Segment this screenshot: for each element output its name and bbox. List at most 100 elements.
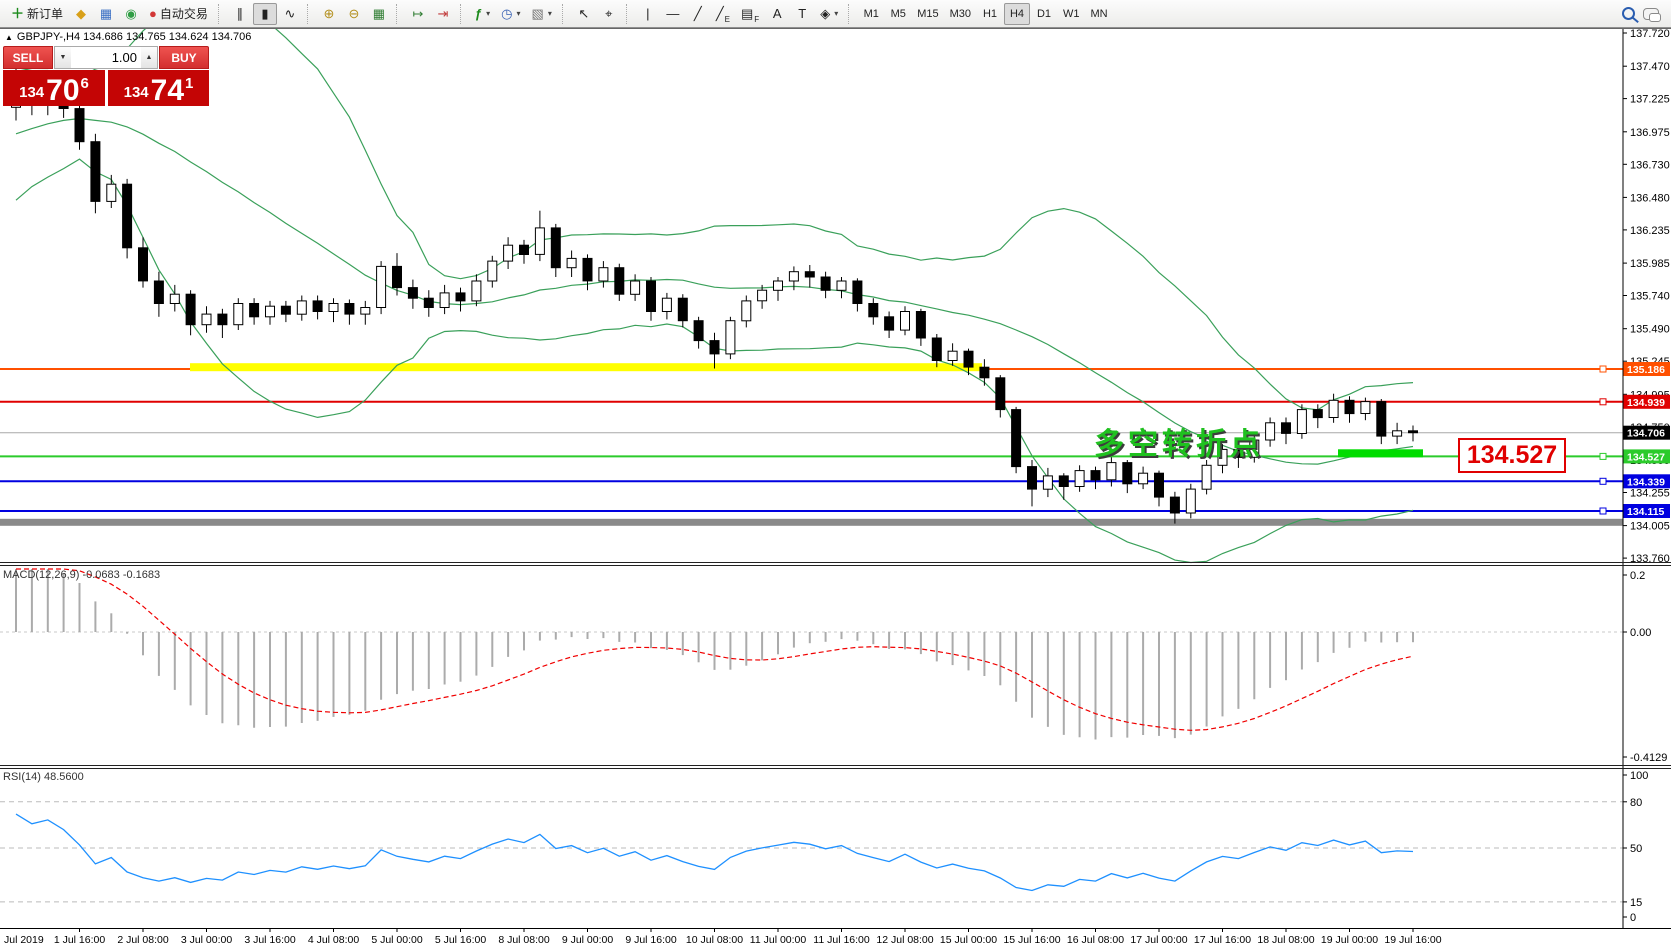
svg-text:136.235: 136.235 (1630, 225, 1670, 237)
svg-text:19 Jul 16:00: 19 Jul 16:00 (1384, 934, 1441, 946)
volume-up-button[interactable]: ▲ (141, 47, 157, 68)
svg-text:0: 0 (1630, 912, 1636, 924)
volume-down-button[interactable]: ▼ (55, 47, 71, 68)
autotrade-button[interactable]: ● 自动交易 (144, 3, 213, 25)
buy-button[interactable]: BUY (159, 46, 209, 69)
timeframe-m30-button[interactable]: M30 (945, 3, 976, 25)
svg-text:9 Jul 16:00: 9 Jul 16:00 (625, 934, 677, 946)
toolbar-separator (561, 3, 567, 24)
text-button[interactable]: A (765, 3, 789, 25)
templates-icon: ▧ (531, 6, 544, 21)
svg-text:134.706: 134.706 (1627, 428, 1665, 440)
candlestick-button[interactable]: ▮ (252, 2, 277, 25)
turning-point-annotation[interactable]: 多空转折点 (1094, 419, 1264, 463)
cursor-icon: ↖ (578, 6, 590, 21)
svg-text:134.939: 134.939 (1627, 397, 1665, 409)
macd-indicator-label: MACD(12,26,9) -0.0683 -0.1683 (3, 569, 161, 581)
crosshair-icon: ⌖ (605, 6, 613, 21)
line-chart-button[interactable]: ∿ (278, 3, 302, 25)
new-order-button[interactable]: ＋新订单 (6, 3, 68, 25)
arrows-button[interactable]: ◈ ▾ (815, 3, 843, 25)
autotrade-button-label: 自动交易 (159, 7, 208, 21)
svg-text:17 Jul 16:00: 17 Jul 16:00 (1194, 934, 1251, 946)
trendline-button[interactable]: ╱ (686, 3, 710, 25)
chevron-down-icon: ▾ (834, 9, 839, 18)
svg-text:135.490: 135.490 (1630, 324, 1670, 336)
svg-text:16 Jul 08:00: 16 Jul 08:00 (1067, 934, 1124, 946)
fibonacci-button[interactable]: ▤ F (736, 3, 764, 25)
text-label-button[interactable]: T (790, 3, 814, 25)
svg-text:136.730: 136.730 (1630, 159, 1670, 171)
zoom-in-icon: ⊕ (323, 6, 335, 21)
bar-chart-button[interactable]: ∥ (228, 3, 252, 25)
svg-text:12 Jul 08:00: 12 Jul 08:00 (876, 934, 933, 946)
navigator-button[interactable]: ◉ (119, 3, 143, 25)
cursor-button[interactable]: ↖ (572, 3, 596, 25)
indicators-button[interactable]: ƒ ▾ (470, 3, 495, 25)
zoom-out-button[interactable]: ⊖ (342, 3, 366, 25)
timeframe-mn-button[interactable]: MN (1086, 3, 1113, 25)
timeframe-h4-button[interactable]: H4 (1004, 2, 1031, 25)
fibonacci-icon-sub: F (754, 14, 760, 24)
svg-text:133.760: 133.760 (1630, 553, 1670, 565)
templates-button[interactable]: ▧ ▾ (527, 3, 557, 25)
svg-text:137.470: 137.470 (1630, 61, 1670, 73)
svg-text:5 Jul 16:00: 5 Jul 16:00 (435, 934, 487, 946)
search-icon[interactable] (1622, 7, 1635, 20)
channel-button[interactable]: ╱ E (711, 3, 735, 25)
svg-text:0.2: 0.2 (1630, 570, 1645, 582)
toolbar-separator (625, 3, 631, 24)
auto-scroll-icon: ↦ (412, 6, 424, 21)
volume-box: ▼ ▲ (54, 46, 158, 69)
svg-text:136.975: 136.975 (1630, 127, 1670, 139)
chevron-down-icon: ▾ (486, 9, 491, 18)
toolbar-separator (306, 3, 312, 24)
tile-windows-button[interactable]: ▦ (367, 3, 391, 25)
collapse-icon[interactable]: ▲ (5, 33, 13, 42)
data-window-button[interactable]: ▦ (94, 3, 118, 25)
svg-text:3 Jul 00:00: 3 Jul 00:00 (181, 934, 233, 946)
vertical-line-button[interactable]: | (636, 3, 660, 25)
indicators-icon: ƒ (474, 6, 483, 21)
toolbar-right (1622, 7, 1665, 22)
zoom-in-button[interactable]: ⊕ (317, 3, 341, 25)
horizontal-line-button[interactable]: — (661, 3, 685, 25)
buy-price-display[interactable]: 134 74 1 (108, 70, 209, 106)
timeframe-h1-button[interactable]: H1 (977, 3, 1003, 25)
chart-canvas[interactable]: 137.720 137.470 137.225 136.975 136.730 136.4… (0, 28, 1671, 949)
svg-text:134.005: 134.005 (1630, 521, 1670, 533)
svg-text:134.339: 134.339 (1627, 476, 1665, 488)
price-callout-label[interactable]: 134.527 (1458, 438, 1566, 473)
buy-price-prefix: 134 (123, 84, 149, 101)
periods-icon: ◷ (501, 6, 513, 21)
crosshair-button[interactable]: ⌖ (597, 3, 621, 25)
chat-icon[interactable] (1643, 7, 1661, 22)
trendline-icon: ╱ (693, 6, 702, 21)
arrows-icon: ◈ (820, 6, 831, 21)
buy-price-sup: 1 (185, 75, 194, 92)
vertical-line-icon: | (646, 6, 650, 21)
timeframe-m15-button[interactable]: M15 (912, 3, 943, 25)
timeframe-m5-button[interactable]: M5 (885, 3, 911, 25)
volume-input[interactable] (71, 47, 141, 68)
svg-text:1 Jul 16:00: 1 Jul 16:00 (54, 934, 106, 946)
periods-button[interactable]: ◷ ▾ (496, 3, 525, 25)
timeframe-w1-button[interactable]: W1 (1058, 3, 1085, 25)
svg-text:18 Jul 08:00: 18 Jul 08:00 (1257, 934, 1314, 946)
chart-info-bar: ▲ GBPJPY-,H4 134.686 134.765 134.624 134.… (5, 31, 251, 43)
svg-text:134.255: 134.255 (1630, 488, 1670, 500)
new-order-icon: ＋ (11, 6, 25, 21)
svg-text:15 Jul 16:00: 15 Jul 16:00 (1003, 934, 1060, 946)
bar-chart-icon: ∥ (236, 6, 244, 21)
timeframe-m1-button[interactable]: M1 (858, 3, 884, 25)
sell-button[interactable]: SELL (3, 46, 53, 69)
auto-scroll-button[interactable]: ↦ (406, 3, 430, 25)
toolbar-separator (395, 3, 401, 24)
rsi-indicator-label: RSI(14) 48.5600 (3, 771, 84, 783)
fibonacci-icon: ▤ (741, 6, 754, 21)
sell-price-display[interactable]: 134 70 6 (3, 70, 105, 106)
timeframe-d1-button[interactable]: D1 (1031, 3, 1057, 25)
market-watch-button[interactable]: ◆ (69, 3, 93, 25)
horizontal-line-icon: — (666, 6, 680, 21)
chart-shift-button[interactable]: ⇥ (431, 3, 455, 25)
